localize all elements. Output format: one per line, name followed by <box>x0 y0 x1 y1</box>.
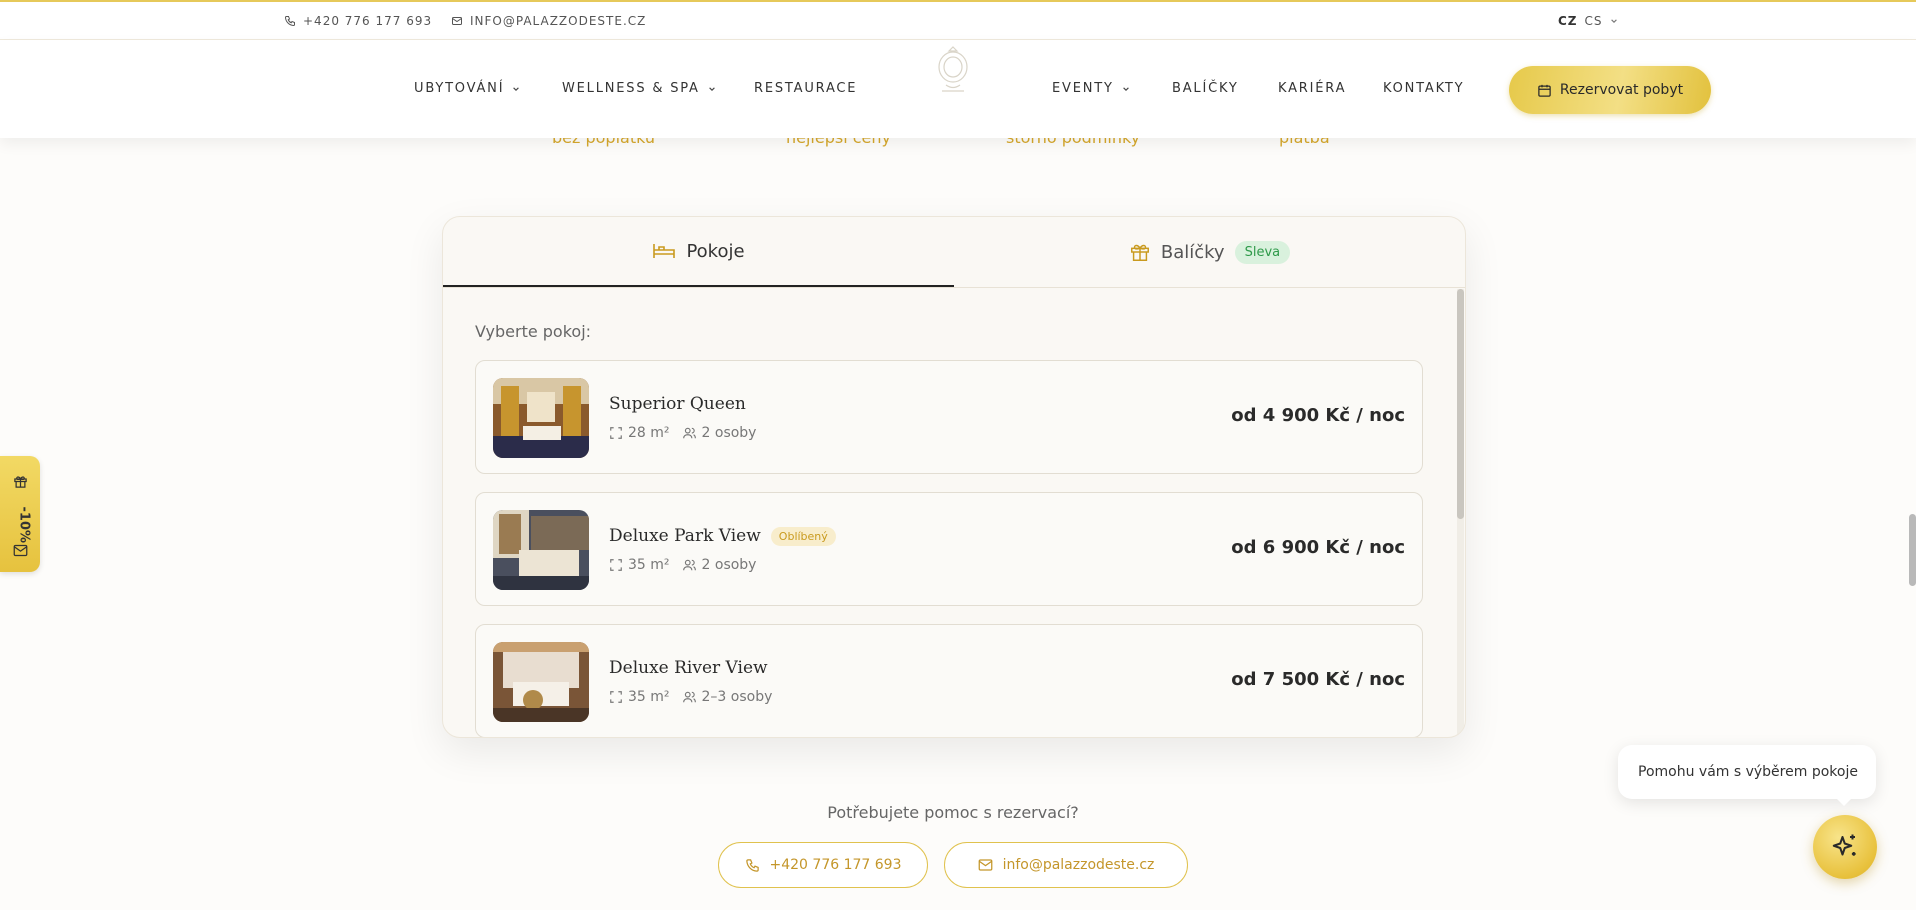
room-list-scrollbar-thumb[interactable] <box>1457 289 1464 519</box>
users-icon <box>682 691 696 703</box>
room-size: 28 m² <box>628 425 670 441</box>
room-booking-card: Pokoje Balíčky Sleva Vyberte pokoj: Supe… <box>442 216 1466 738</box>
language-code: CZ <box>1558 14 1578 28</box>
chat-bubble-tail <box>1834 796 1854 806</box>
chat-prompt-bubble[interactable]: Pomohu vám s výběrem pokoje <box>1618 745 1876 799</box>
chevron-down-icon <box>1610 19 1617 23</box>
room-photo <box>493 510 589 590</box>
room-guests: 2 osoby <box>701 425 757 441</box>
chevron-down-icon <box>1122 86 1129 91</box>
room-guests: 2 osoby <box>701 557 757 573</box>
room-photo <box>493 378 589 458</box>
room-name: Deluxe River View <box>609 658 768 678</box>
room-guests: 2–3 osoby <box>701 689 773 705</box>
help-email-label: info@palazzodeste.cz <box>1002 857 1155 873</box>
discount-label: -10% <box>16 506 32 544</box>
topbar-phone: +420 776 177 693 <box>303 14 433 28</box>
room-meta: 35 m² 2 osoby <box>609 557 756 573</box>
phone-icon <box>745 858 759 872</box>
help-phone-label: +420 776 177 693 <box>769 857 902 873</box>
nav-item-restaurace[interactable]: RESTAURACE <box>754 81 857 96</box>
language-label: CS <box>1584 14 1603 28</box>
room-size: 35 m² <box>628 557 670 573</box>
nav-item-wellness[interactable]: WELLNESS & SPA <box>562 81 716 96</box>
nav-item-eventy[interactable]: EVENTY <box>1052 81 1130 96</box>
room-option[interactable]: Superior Queen 28 m² 2 osoby od 4 900 Kč… <box>475 360 1423 474</box>
nav-label: WELLNESS & SPA <box>562 81 700 96</box>
room-price: od 6 900 Kč / noc <box>1231 537 1405 558</box>
tab-rooms-label: Pokoje <box>686 240 745 262</box>
room-option[interactable]: Deluxe Park View Oblíbený 35 m² 2 osoby … <box>475 492 1423 606</box>
nav-label: BALÍČKY <box>1172 81 1239 96</box>
nav-item-ubytovani[interactable]: UBYTOVÁNÍ <box>414 81 520 96</box>
room-name-text: Deluxe Park View <box>609 526 761 546</box>
room-name: Superior Queen <box>609 394 746 414</box>
room-name-text: Superior Queen <box>609 394 746 414</box>
language-switcher[interactable]: CZ CS <box>1558 14 1618 28</box>
select-room-label: Vyberte pokoj: <box>475 322 592 341</box>
room-price: od 4 900 Kč / noc <box>1231 405 1405 426</box>
chat-assistant-button[interactable] <box>1813 815 1877 879</box>
phone-icon <box>284 16 295 27</box>
nav-label: UBYTOVÁNÍ <box>414 81 505 96</box>
popular-badge: Oblíbený <box>770 526 836 546</box>
room-name: Deluxe Park View Oblíbený <box>609 526 836 546</box>
tab-packages[interactable]: Balíčky Sleva <box>954 217 1465 287</box>
bed-icon <box>653 244 676 258</box>
chevron-down-icon <box>513 86 520 91</box>
booking-tabs: Pokoje Balíčky Sleva <box>443 217 1465 288</box>
nav-item-kariera[interactable]: KARIÉRA <box>1278 81 1346 96</box>
topbar-email-link[interactable]: INFO@PALAZZODESTE.CZ <box>451 14 646 28</box>
book-stay-label: Rezervovat pobyt <box>1559 82 1684 98</box>
calendar-icon <box>1538 84 1551 97</box>
main-header: UBYTOVÁNÍ WELLNESS & SPA RESTAURACE EVEN… <box>0 40 1916 138</box>
chevron-down-icon <box>708 86 715 91</box>
mail-icon <box>13 544 28 557</box>
nav-label: KONTAKTY <box>1383 81 1465 96</box>
expand-icon <box>610 559 622 571</box>
expand-icon <box>610 691 622 703</box>
topbar-phone-link[interactable]: +420 776 177 693 <box>284 14 432 28</box>
nav-item-balicky[interactable]: BALÍČKY <box>1172 81 1239 96</box>
room-price: od 7 500 Kč / noc <box>1231 669 1405 690</box>
sparkles-icon <box>1832 834 1856 856</box>
nav-label: RESTAURACE <box>754 81 858 96</box>
users-icon <box>682 559 696 571</box>
tab-rooms[interactable]: Pokoje <box>443 217 954 287</box>
book-stay-button[interactable]: Rezervovat pobyt <box>1509 66 1711 114</box>
top-bar: +420 776 177 693 INFO@PALAZZODESTE.CZ CZ… <box>0 0 1916 40</box>
gift-icon <box>14 476 27 488</box>
tab-packages-label: Balíčky <box>1160 241 1225 263</box>
discount-badge: Sleva <box>1234 240 1291 264</box>
crest-logo-icon <box>938 46 968 92</box>
room-option[interactable]: Deluxe River View 35 m² 2–3 osoby od 7 5… <box>475 624 1423 737</box>
help-email-button[interactable]: info@palazzodeste.cz <box>944 842 1188 888</box>
room-meta: 28 m² 2 osoby <box>609 425 756 441</box>
chat-prompt-text: Pomohu vám s výběrem pokoje <box>1638 764 1858 780</box>
nav-item-kontakty[interactable]: KONTAKTY <box>1383 81 1464 96</box>
nav-label: KARIÉRA <box>1278 81 1347 96</box>
topbar-email: INFO@PALAZZODESTE.CZ <box>470 14 647 28</box>
mail-icon <box>452 17 462 25</box>
users-icon <box>682 427 696 439</box>
expand-icon <box>610 427 622 439</box>
room-photo <box>493 642 589 722</box>
room-name-text: Deluxe River View <box>609 658 768 678</box>
mail-icon <box>978 859 992 871</box>
help-question: Potřebujete pomoc s rezervací? <box>827 803 1079 822</box>
help-phone-button[interactable]: +420 776 177 693 <box>718 842 928 888</box>
gift-icon <box>1130 244 1149 261</box>
page-scrollbar-thumb[interactable] <box>1909 514 1916 586</box>
room-size: 35 m² <box>628 689 670 705</box>
hotel-logo[interactable] <box>932 40 974 100</box>
nav-label: EVENTY <box>1052 81 1114 96</box>
room-meta: 35 m² 2–3 osoby <box>609 689 772 705</box>
